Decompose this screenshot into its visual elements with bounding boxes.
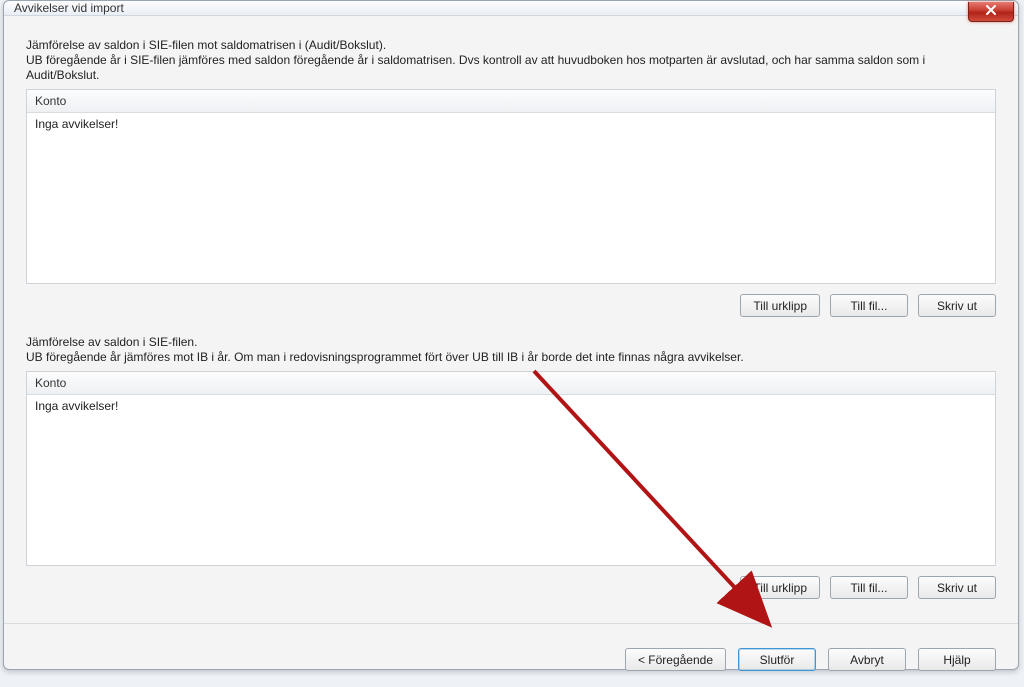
section2-desc-line2: UB föregående år jämföres mot IB i år. O… <box>26 350 996 365</box>
section2-button-row: Till urklipp Till fil... Skriv ut <box>26 576 996 599</box>
titlebar: Avvikelser vid import <box>4 1 1018 16</box>
section2-column-header[interactable]: Konto <box>27 372 995 395</box>
section1-print-button[interactable]: Skriv ut <box>918 294 996 317</box>
section2-copy-clipboard-button[interactable]: Till urklipp <box>740 576 820 599</box>
help-button[interactable]: Hjälp <box>918 648 996 671</box>
section2-to-file-button[interactable]: Till fil... <box>830 576 908 599</box>
dialog-window: Avvikelser vid import Jämförelse av sald… <box>3 0 1019 670</box>
section1-list-body: Inga avvikelser! <box>27 113 995 283</box>
section1-listbox[interactable]: Konto Inga avvikelser! <box>26 89 996 284</box>
section1-desc-line2: UB föregående år i SIE-filen jämföres me… <box>26 53 996 83</box>
window-title: Avvikelser vid import <box>14 1 124 15</box>
section2-desc-line1: Jämförelse av saldon i SIE-filen. <box>26 335 996 350</box>
wizard-footer: < Föregående Slutför Avbryt Hjälp <box>4 634 1018 687</box>
back-button[interactable]: < Föregående <box>625 648 726 671</box>
close-button[interactable] <box>968 2 1014 22</box>
section1-copy-clipboard-button[interactable]: Till urklipp <box>740 294 820 317</box>
section-compare-saldomatris: Jämförelse av saldon i SIE-filen mot sal… <box>26 38 996 335</box>
finish-button[interactable]: Slutför <box>738 648 816 671</box>
section2-listbox[interactable]: Konto Inga avvikelser! <box>26 371 996 566</box>
cancel-button[interactable]: Avbryt <box>828 648 906 671</box>
close-icon <box>985 4 997 19</box>
section1-column-header[interactable]: Konto <box>27 90 995 113</box>
section2-list-body: Inga avvikelser! <box>27 395 995 565</box>
section1-to-file-button[interactable]: Till fil... <box>830 294 908 317</box>
section1-desc-line1: Jämförelse av saldon i SIE-filen mot sal… <box>26 38 996 53</box>
dialog-content: Jämförelse av saldon i SIE-filen mot sal… <box>4 16 1018 634</box>
section2-description: Jämförelse av saldon i SIE-filen. UB för… <box>26 335 996 365</box>
section1-description: Jämförelse av saldon i SIE-filen mot sal… <box>26 38 996 83</box>
section1-button-row: Till urklipp Till fil... Skriv ut <box>26 294 996 317</box>
footer-separator <box>4 623 1018 624</box>
section2-print-button[interactable]: Skriv ut <box>918 576 996 599</box>
section-compare-ub-ib: Jämförelse av saldon i SIE-filen. UB för… <box>26 335 996 617</box>
